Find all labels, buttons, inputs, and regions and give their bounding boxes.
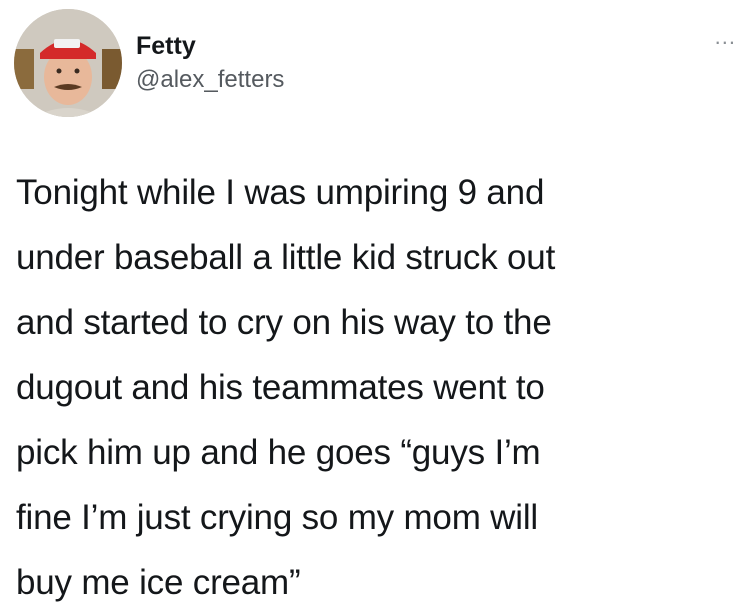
avatar-image <box>14 9 122 117</box>
display-name[interactable]: Fetty <box>136 31 284 61</box>
user-handle[interactable]: @alex_fetters <box>136 65 284 95</box>
tweet-card: Fetty @alex_fetters ... Tonight while I … <box>0 0 750 614</box>
tweet-text: Tonight while I was umpiring 9 and under… <box>16 173 556 602</box>
tweet-header: Fetty @alex_fetters <box>14 9 284 117</box>
author-names: Fetty @alex_fetters <box>136 31 284 95</box>
more-options-icon[interactable]: ... <box>715 24 736 50</box>
avatar[interactable] <box>14 9 122 117</box>
